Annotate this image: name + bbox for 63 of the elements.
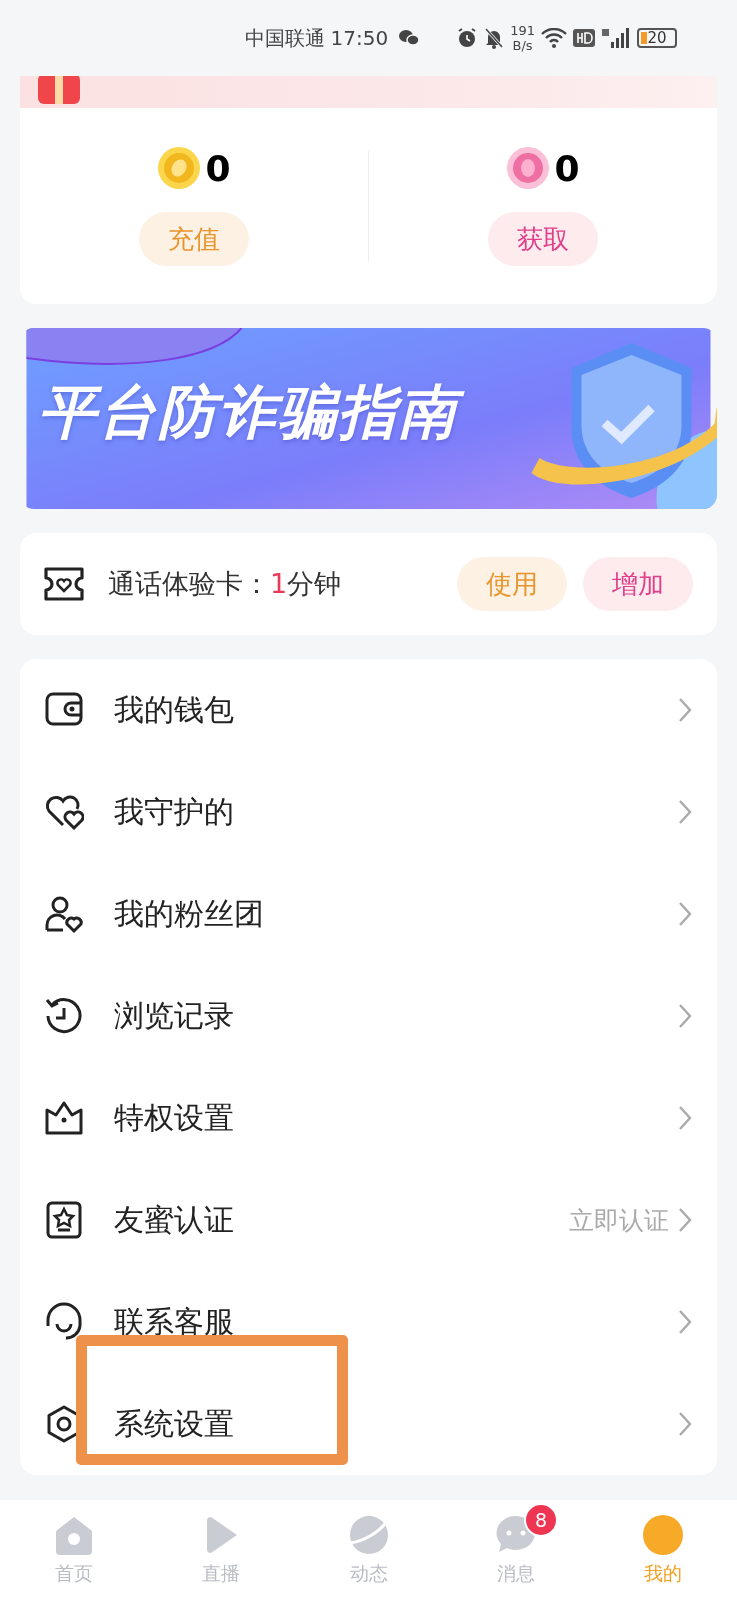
- hd-icon: [573, 29, 595, 47]
- menu-item[interactable]: 联系客服: [20, 1271, 717, 1373]
- menu-label: 我的钱包: [114, 690, 235, 729]
- person-heart-icon: [44, 894, 84, 934]
- coin-icon: [157, 146, 202, 190]
- tab-label: 动态: [349, 1561, 388, 1586]
- menu-label: 我守护的: [114, 792, 235, 831]
- signal-icon: [601, 28, 631, 48]
- banner[interactable]: 平台防诈骗指南: [20, 328, 717, 509]
- balance-amount: 0: [205, 147, 231, 189]
- chevron-icon: [677, 1002, 693, 1030]
- menu-label: 特权设置: [114, 1098, 235, 1137]
- star-badge-icon: [44, 1200, 84, 1240]
- tab-label: 首页: [54, 1561, 93, 1586]
- history-icon: [44, 996, 84, 1036]
- tab-label: 我的: [644, 1561, 683, 1586]
- chevron-icon: [677, 900, 693, 928]
- menu-label: 友蜜认证: [114, 1200, 235, 1239]
- wifi-icon: [541, 28, 567, 48]
- tab-label: 消息: [496, 1561, 535, 1586]
- ticket-icon: [42, 566, 86, 602]
- carrier-name: 中国联通: [244, 24, 325, 52]
- menu-item[interactable]: 我的粉丝团: [20, 863, 717, 965]
- menu-label: 联系客服: [114, 1302, 235, 1341]
- chat-app-icon: [398, 29, 421, 47]
- nav-tab[interactable]: 8 消息: [442, 1500, 590, 1600]
- menu-item[interactable]: 我守护的: [20, 761, 717, 863]
- get-button[interactable]: 获取: [488, 212, 598, 266]
- hearts-icon: [44, 792, 84, 832]
- nav-tab[interactable]: 我的: [589, 1500, 737, 1600]
- clock-time: 17:50: [330, 26, 389, 50]
- menu-item[interactable]: 友蜜认证 立即认证: [20, 1169, 717, 1271]
- menu-item[interactable]: 我的钱包: [20, 659, 717, 761]
- profile-icon: [641, 1513, 686, 1557]
- add-button[interactable]: 增加: [583, 557, 693, 611]
- headset-icon: [44, 1302, 84, 1342]
- network-speed: 191: [510, 23, 535, 38]
- gift-icon: [38, 76, 80, 104]
- menu-item[interactable]: 系统设置: [20, 1373, 717, 1475]
- use-button[interactable]: 使用: [457, 557, 567, 611]
- chevron-icon: [677, 798, 693, 826]
- gem-icon: [506, 146, 551, 190]
- battery-level: 20: [647, 29, 667, 47]
- chevron-icon: [677, 696, 693, 724]
- mute-bell-icon: [484, 27, 505, 49]
- menu-label: 系统设置: [114, 1404, 235, 1443]
- tab-label: 直播: [202, 1561, 241, 1586]
- menu-item[interactable]: 浏览记录: [20, 965, 717, 1067]
- unread-badge: 8: [523, 1503, 558, 1537]
- network-unit: B/s: [512, 38, 533, 53]
- menu-label: 浏览记录: [114, 996, 235, 1035]
- chevron-icon: [677, 1410, 693, 1438]
- banner-title: 平台防诈骗指南: [32, 372, 472, 453]
- menu-label: 我的粉丝团: [114, 894, 265, 933]
- chevron-icon: [677, 1206, 693, 1234]
- chevron-icon: [677, 1308, 693, 1336]
- chevron-icon: [677, 1104, 693, 1132]
- menu-item[interactable]: 特权设置: [20, 1067, 717, 1169]
- balance-amount: 0: [554, 147, 580, 189]
- verify-hint: 立即认证: [569, 1204, 669, 1237]
- call-card-text: 通话体验卡：1分钟: [108, 567, 343, 601]
- recharge-button[interactable]: 充值: [139, 212, 249, 266]
- battery-charge: [641, 32, 647, 44]
